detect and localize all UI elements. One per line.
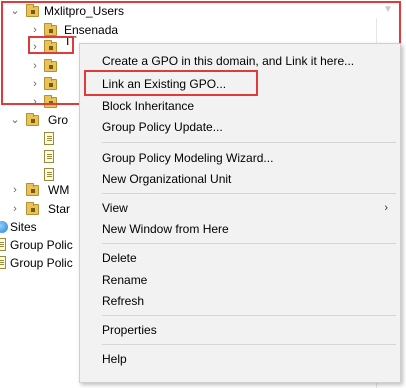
tree-node-wmi-filters[interactable]: › WM bbox=[10, 181, 80, 199]
menu-item-modeling-wizard[interactable]: Group Policy Modeling Wizard... bbox=[80, 147, 400, 169]
gpo-document-icon bbox=[44, 150, 54, 163]
chevron-right-icon[interactable]: › bbox=[10, 181, 20, 199]
tree-node-label: Star bbox=[48, 202, 71, 216]
tree-node-group-policy-objects[interactable]: ⌄ Gro bbox=[10, 111, 80, 129]
menu-item-label: Help bbox=[102, 352, 127, 366]
menu-item-help[interactable]: Help bbox=[80, 348, 400, 370]
menu-item-delete[interactable]: Delete bbox=[80, 247, 400, 269]
chevron-down-icon[interactable]: ⌄ bbox=[10, 111, 20, 129]
menu-item-new-window[interactable]: New Window from Here bbox=[80, 218, 400, 240]
menu-item-label: Group Policy Modeling Wizard... bbox=[102, 151, 274, 165]
menu-item-label: Create a GPO in this domain, and Link it… bbox=[102, 54, 355, 68]
menu-item-label: Block Inheritance bbox=[102, 99, 195, 113]
menu-item-view[interactable]: View › bbox=[80, 197, 400, 219]
modeling-icon bbox=[0, 238, 6, 251]
gpo-document-icon bbox=[44, 132, 54, 145]
menu-item-label: Group Policy Update... bbox=[102, 120, 223, 134]
menu-separator bbox=[102, 193, 396, 194]
sites-icon bbox=[0, 221, 8, 233]
menu-item-rename[interactable]: Rename bbox=[80, 269, 400, 291]
ou-folder-icon bbox=[26, 183, 39, 196]
menu-item-properties[interactable]: Properties bbox=[80, 319, 400, 341]
tree-node-gpo[interactable] bbox=[44, 130, 74, 148]
menu-item-label: View bbox=[102, 201, 128, 215]
menu-item-refresh[interactable]: Refresh bbox=[80, 290, 400, 312]
tree-node-label: Sites bbox=[10, 220, 37, 234]
annotation-highlight-link-existing bbox=[84, 70, 258, 96]
menu-separator bbox=[102, 344, 396, 345]
menu-item-new-ou[interactable]: New Organizational Unit bbox=[80, 168, 400, 190]
tree-node-starter-gpos[interactable]: › Star bbox=[10, 200, 80, 218]
tree-node-label: WM bbox=[48, 183, 70, 197]
tree-node-gpo[interactable] bbox=[44, 148, 74, 166]
menu-item-label: Refresh bbox=[102, 294, 145, 308]
annotation-highlight-it-node bbox=[28, 36, 74, 54]
menu-item-label: Delete bbox=[102, 251, 137, 265]
menu-item-label: New Organizational Unit bbox=[102, 172, 232, 186]
menu-separator bbox=[102, 243, 396, 244]
tree-node-group-policy-modeling[interactable]: Group Polic bbox=[0, 236, 80, 254]
menu-separator bbox=[102, 142, 396, 143]
menu-item-label: New Window from Here bbox=[102, 222, 229, 236]
results-icon bbox=[0, 256, 6, 269]
gpo-document-icon bbox=[44, 168, 54, 181]
chevron-right-icon[interactable]: › bbox=[10, 200, 20, 218]
tree-node-sites[interactable]: Sites bbox=[0, 218, 76, 236]
menu-item-create-and-link-gpo[interactable]: Create a GPO in this domain, and Link it… bbox=[80, 50, 400, 72]
menu-item-group-policy-update[interactable]: Group Policy Update... bbox=[80, 116, 400, 138]
menu-item-block-inheritance[interactable]: Block Inheritance bbox=[80, 95, 400, 117]
tree-node-label: Group Polic bbox=[10, 238, 73, 252]
tree-node-label: Gro bbox=[48, 113, 69, 127]
menu-item-label: Properties bbox=[102, 323, 157, 337]
tree-node-label: Group Polic bbox=[10, 256, 73, 270]
tree-node-group-policy-results[interactable]: Group Polic bbox=[0, 254, 80, 272]
gpo-container-icon bbox=[26, 113, 39, 126]
ou-folder-icon bbox=[26, 202, 39, 215]
chevron-right-icon: › bbox=[384, 202, 388, 214]
menu-separator bbox=[102, 315, 396, 316]
menu-item-label: Rename bbox=[102, 273, 148, 287]
